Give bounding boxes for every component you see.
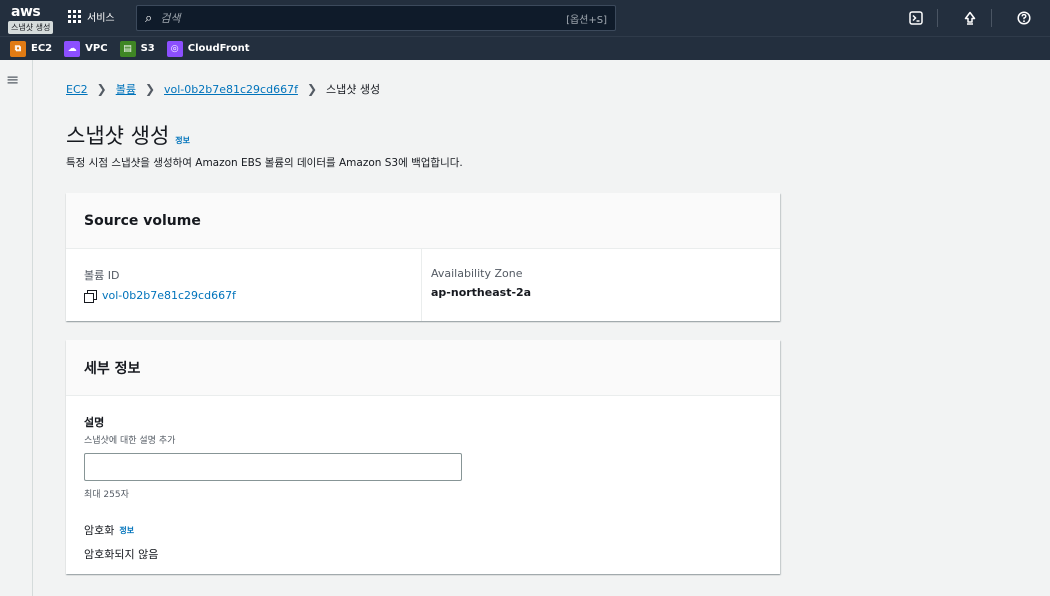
aws-logo[interactable]: aws 스냅샷 생성 [8,4,56,34]
help-icon[interactable] [1014,8,1034,28]
az-value: ap-northeast-2a [431,286,532,299]
chevron-right-icon: ❯ [306,82,318,96]
logo-tooltip: 스냅샷 생성 [8,21,54,34]
breadcrumb-volume-id[interactable]: vol-0b2b7e81c29cd667f [164,83,298,96]
breadcrumb-volumes[interactable]: 볼륨 [116,81,136,97]
volume-id-column: 볼륨 ID vol-0b2b7e81c29cd667f [84,267,414,303]
top-icon-group [884,8,1034,28]
favorites-bar: ⧉ EC2 ☁ VPC ▤ S3 ◎ CloudFront [0,36,1050,60]
nav-divider [991,9,992,27]
breadcrumb-current: 스냅샷 생성 [326,83,381,96]
encryption-label-row: 암호화 정보 [84,522,762,538]
source-volume-body: 볼륨 ID vol-0b2b7e81c29cd667f Availability… [66,249,780,321]
volume-id-value: vol-0b2b7e81c29cd667f [84,289,414,303]
cloudshell-icon[interactable] [906,8,926,28]
favorite-label: EC2 [31,43,53,54]
nav-divider [937,9,938,27]
volume-id-link[interactable]: vol-0b2b7e81c29cd667f [102,289,236,302]
sidebar-divider [32,60,33,596]
favorite-label: S3 [140,43,155,54]
aws-logo-text: aws [11,4,41,20]
search-placeholder: 검색 [160,12,181,25]
description-input[interactable] [84,453,462,481]
breadcrumb: EC2 ❯ 볼륨 ❯ vol-0b2b7e81c29cd667f ❯ 스냅샷 생… [66,81,380,97]
details-panel: 세부 정보 설명 스냅샷에 대한 설명 추가 최대 255자 암호화 정보 암호… [66,340,780,574]
chevron-right-icon: ❯ [144,82,156,96]
details-header: 세부 정보 [66,340,780,396]
description-constraint: 최대 255자 [84,490,129,500]
breadcrumb-ec2[interactable]: EC2 [66,83,88,96]
favorite-s3[interactable]: ▤ S3 [119,40,155,57]
bell-icon[interactable] [960,8,980,28]
hamburger-menu-icon[interactable]: ≡ [6,70,19,89]
favorite-vpc[interactable]: ☁ VPC [64,40,108,57]
grid-icon [68,9,82,24]
title-info-link[interactable]: 정보 [175,135,190,146]
source-volume-header: Source volume [66,193,780,249]
description-label: 설명 [84,416,105,429]
page-description: 특정 시점 스냅샷을 생성하여 Amazon EBS 볼륨의 데이터를 Amaz… [66,157,463,169]
favorite-cloudfront[interactable]: ◎ CloudFront [166,40,250,57]
az-column: Availability Zone ap-northeast-2a [431,267,761,299]
page-title-text: 스냅샷 생성 [66,124,170,148]
details-body: 설명 스냅샷에 대한 설명 추가 최대 255자 암호화 정보 암호화되지 않음 [66,396,780,580]
top-navigation: aws 스냅샷 생성 서비스 ⌕ 검색 [옵션+S] [0,0,1050,36]
volume-id-label: 볼륨 ID [84,269,120,282]
search-icon: ⌕ [145,10,153,26]
description-sublabel: 스냅샷에 대한 설명 추가 [84,436,176,446]
services-label: 서비스 [87,13,115,24]
encryption-label: 암호화 [84,524,115,537]
search-shortcut: [옵션+S] [566,14,607,26]
source-volume-panel: Source volume 볼륨 ID vol-0b2b7e81c29cd667… [66,193,780,321]
ec2-icon: ⧉ [10,40,26,57]
copy-icon[interactable] [84,289,97,303]
chevron-right-icon: ❯ [96,82,107,96]
favorite-label: VPC [85,43,108,54]
favorite-ec2[interactable]: ⧉ EC2 [10,40,53,57]
page-title: 스냅샷 생성 정보 [66,120,190,150]
services-menu-button[interactable]: 서비스 [68,9,115,24]
encryption-info-link[interactable]: 정보 [119,525,134,536]
s3-icon: ▤ [119,40,136,57]
column-divider [421,249,422,321]
favorite-label: CloudFront [187,43,250,54]
vpc-icon: ☁ [64,40,81,57]
cloudfront-icon: ◎ [166,40,183,57]
encryption-value: 암호화되지 않음 [84,548,159,561]
az-label: Availability Zone [431,267,523,280]
search-input[interactable]: ⌕ 검색 [옵션+S] [136,5,616,31]
